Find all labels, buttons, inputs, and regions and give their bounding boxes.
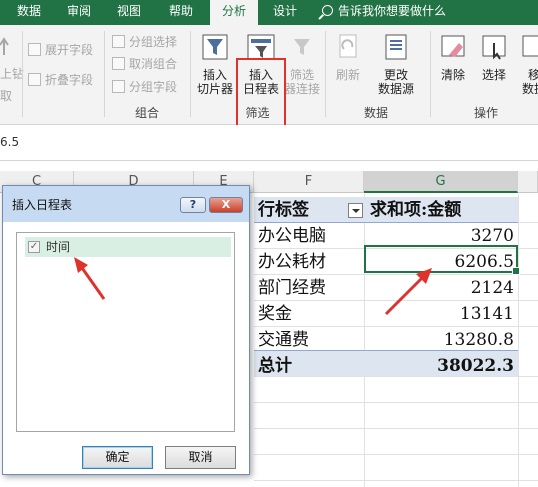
ribbon-separator (22, 31, 23, 117)
annotation-arrow-dialog (74, 257, 106, 300)
grid-line (254, 428, 538, 429)
list-item[interactable]: ✓ 时间 (25, 237, 231, 257)
dialog-title-bar[interactable]: 插入日程表 ? X (3, 186, 249, 222)
collapse-icon (28, 73, 41, 86)
group-field-icon (112, 80, 125, 93)
group-label-data: 数据 (363, 106, 388, 120)
ribbon-separator (430, 31, 431, 117)
change-data-source-button[interactable]: 更改 数据源 (370, 33, 422, 96)
list-item-label: 时间 (46, 240, 71, 254)
tell-me-label: 告诉我你想要做什么 (338, 4, 447, 18)
ribbon-tab-bar: 数据 审阅 视图 帮助 分析 设计 告诉我你想要做什么 (0, 0, 538, 25)
move-pivot-label: 移 数据 (521, 68, 538, 96)
refresh-button[interactable]: 刷新 (328, 33, 368, 82)
group-field-button[interactable]: 分组字段 (112, 78, 177, 96)
slicer-icon (202, 34, 228, 60)
collapse-field-button[interactable]: 折叠字段 (28, 71, 93, 89)
group-label-combine: 组合 (134, 106, 159, 120)
refresh-icon (339, 34, 357, 58)
group-selection-button[interactable]: 分组选择 (112, 33, 177, 51)
refresh-label: 刷新 (335, 68, 360, 82)
change-source-label: 更改 数据源 (377, 68, 414, 96)
pivot-row-labels-header[interactable]: 行标签 (258, 197, 309, 223)
help-button[interactable]: ? (180, 197, 206, 213)
grid-line (254, 402, 538, 403)
column-header-next[interactable] (518, 171, 538, 193)
formula-bar[interactable]: 6.5 (0, 125, 538, 161)
pivot-sum-header[interactable]: 求和项:金额 (370, 197, 461, 223)
ok-button[interactable]: 确定 (82, 446, 153, 469)
ribbon-separator (104, 31, 105, 117)
pivot-total-label[interactable]: 总计 (258, 353, 292, 379)
insert-slicer-label: 插入 切片器 (196, 68, 233, 96)
pivot-row-label[interactable]: 交通费 (258, 327, 309, 353)
clear-label: 清除 (440, 68, 465, 82)
grid-line (518, 194, 519, 487)
pivot-row-label[interactable]: 奖金 (258, 301, 292, 327)
filter-connections-button[interactable]: 筛选 器连接 (284, 33, 320, 96)
column-header-f[interactable]: F (254, 171, 364, 193)
checkbox[interactable]: ✓ (28, 241, 40, 253)
expand-icon (28, 43, 41, 56)
filter-connections-icon (294, 39, 310, 55)
tab-review[interactable]: 审阅 (56, 0, 102, 25)
select-button[interactable]: 选择 (476, 33, 512, 82)
close-button[interactable]: X (209, 197, 243, 213)
change-source-icon (385, 34, 407, 60)
collapse-field-label: 折叠字段 (45, 73, 94, 87)
clear-button[interactable]: 清除 (434, 33, 472, 82)
ungroup-button[interactable]: 取消组合 (112, 55, 177, 73)
tab-help[interactable]: 帮助 (158, 0, 204, 25)
move-pivot-button[interactable]: 移 数据 (514, 33, 538, 96)
grid-line (254, 454, 538, 455)
move-pivot-icon (522, 35, 538, 57)
pivot-total-value[interactable]: 38022.3 (437, 353, 514, 379)
expand-field-button[interactable]: 展开字段 (28, 41, 93, 59)
ungroup-icon (112, 57, 125, 70)
filter-dropdown-icon[interactable] (348, 203, 363, 218)
ribbon-separator (325, 31, 326, 117)
drill-up-icon (0, 37, 9, 55)
select-icon (482, 35, 506, 60)
pivot-row-label[interactable]: 办公电脑 (258, 223, 326, 249)
timeline-icon (247, 34, 275, 60)
pivot-row-value[interactable]: 2124 (471, 275, 514, 301)
grid-line (364, 194, 365, 487)
dialog-title: 插入日程表 (12, 198, 73, 212)
group-selection-label: 分组选择 (129, 35, 178, 49)
filter-connections-label: 筛选 器连接 (284, 68, 321, 96)
annotation-highlight-box (236, 58, 286, 127)
annotation-arrow-cell (384, 268, 432, 316)
insert-timeline-dialog: 插入日程表 ? X ✓ 时间 确定 取消 (2, 185, 250, 475)
pivot-row-value[interactable]: 13280.8 (444, 327, 514, 353)
tab-analyze[interactable]: 分析 (210, 0, 258, 25)
insert-slicer-button[interactable]: 插入 切片器 (195, 33, 235, 96)
group-label-actions: 操作 (473, 106, 498, 120)
drill-partial-label[interactable]: 取 (0, 87, 12, 105)
ribbon: 上钻 取 展开字段 折叠字段 分组选择 取消组合 分组字段 组合 插入 切片器 … (0, 25, 538, 127)
group-field-label: 分组字段 (129, 80, 178, 94)
group-selection-icon (112, 35, 125, 48)
ungroup-label: 取消组合 (129, 57, 178, 71)
pivot-row-label[interactable]: 部门经费 (258, 275, 326, 301)
pivot-row-label[interactable]: 办公耗材 (258, 249, 326, 275)
timeline-field-list: ✓ 时间 (16, 232, 235, 432)
pivot-row-value[interactable]: 13141 (460, 301, 514, 327)
formula-bar-value: 6.5 (0, 135, 20, 149)
tab-data[interactable]: 数据 (6, 0, 52, 25)
grid-line (254, 480, 538, 481)
select-label: 选择 (481, 68, 506, 82)
ribbon-separator (190, 31, 191, 117)
drill-up-label[interactable]: 上钻 (0, 65, 24, 83)
tell-me-search[interactable]: 告诉我你想要做什么 (322, 0, 446, 25)
column-header-g[interactable]: G (364, 171, 518, 193)
clear-icon (441, 35, 465, 57)
tab-design[interactable]: 设计 (262, 0, 308, 25)
search-icon (322, 5, 333, 16)
cancel-button[interactable]: 取消 (165, 446, 236, 469)
expand-field-label: 展开字段 (45, 43, 94, 57)
tab-view[interactable]: 视图 (106, 0, 152, 25)
